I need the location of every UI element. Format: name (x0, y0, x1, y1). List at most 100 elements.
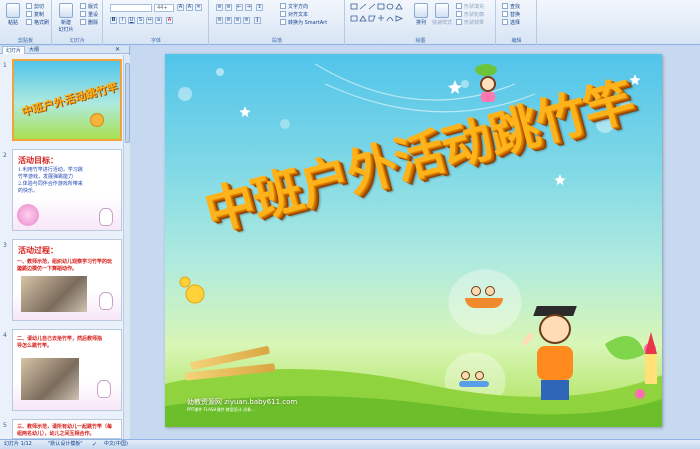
quick-styles-icon (435, 3, 449, 18)
rabbit-icon (99, 292, 113, 310)
pane-tabs: 幻灯片 大纲 ✕ (0, 46, 129, 54)
bold-icon[interactable]: B (110, 17, 117, 24)
tab-outline[interactable]: 大纲 (26, 46, 42, 54)
paragraph-group: ≡ ≡ ⇤ ⇥ ↕ ≡ ≡ ≡ ≡ ∥ 文字方向 对齐文本 转换为 SmartA… (210, 0, 345, 45)
thumb-number-2: 2 (3, 152, 7, 159)
decrease-indent-icon[interactable]: ⇤ (236, 4, 243, 11)
thumbnail-scrollbar[interactable] (123, 55, 130, 439)
editing-label: 编辑 (511, 38, 522, 44)
bubbles-decoration-icon (17, 204, 39, 226)
thumb-5-line-2: 组两名幼儿），幼儿之间互相合作。 (17, 431, 95, 437)
new-slide-button[interactable]: 新建 幻灯片 (55, 3, 77, 33)
shapes-gallery-icon[interactable] (350, 3, 410, 27)
bullets-icon[interactable]: ≡ (216, 4, 223, 11)
thumb-2-line-1: 1.利用竹竿进行活动，学习跳 (18, 167, 83, 173)
arrange-icon (414, 3, 428, 18)
align-left-icon[interactable]: ≡ (216, 17, 223, 24)
paragraph-label: 段落 (271, 38, 282, 44)
thumb-number-3: 3 (3, 242, 7, 249)
reset-icon (80, 11, 86, 17)
effects-icon (456, 19, 462, 25)
boy-character-icon (90, 113, 104, 127)
copy-button[interactable]: 复制 (26, 11, 44, 19)
find-button[interactable]: 查找 (502, 3, 520, 11)
drawing-label: 绘图 (415, 38, 426, 44)
paste-icon (6, 3, 20, 18)
font-family-select[interactable] (110, 4, 152, 12)
font-color-icon[interactable]: A (166, 17, 173, 24)
thumb-number-1: 1 (3, 62, 7, 69)
slide-canvas[interactable]: 中班户外活动跳竹竿 幼教资源网 ziyuan.baby611.com PPT课件… (165, 54, 662, 427)
shape-fill-button[interactable]: 形状填充 (456, 3, 484, 11)
justify-icon[interactable]: ≡ (243, 17, 250, 24)
thumbnail-slide-2[interactable]: 活动目标： 1.利用竹竿进行活动，学习跳 竹竿游戏，发展弹跳能力 2.体验与同伴… (12, 149, 122, 231)
numbering-icon[interactable]: ≡ (225, 4, 232, 11)
activity-photo (21, 276, 87, 312)
align-right-icon[interactable]: ≡ (234, 17, 241, 24)
grow-font-icon[interactable]: A (177, 4, 184, 11)
thumb-2-line-2: 竹竿游戏，发展弹跳能力 (18, 174, 74, 180)
thumbnail-slide-4[interactable]: 二、请幼儿自己去拾竹竿，然后教师指 导怎么跳竹竿。 (12, 329, 122, 411)
underline-icon[interactable]: U (128, 17, 135, 24)
thumb-4-line-2: 导怎么跳竹竿。 (17, 343, 53, 349)
status-bar: 幻灯片 1/12 "默认设计模板" ✓ 中文(中国) (0, 439, 700, 449)
shrink-font-icon[interactable]: A (186, 4, 193, 11)
theme-name: "默认设计模板" (48, 441, 83, 447)
thumb-2-title: 活动目标： (18, 155, 58, 165)
align-text-button[interactable]: 对齐文本 (280, 11, 308, 19)
format-painter-button[interactable]: 格式刷 (26, 19, 49, 27)
font-group: 44+ A A ✕ B I U S ↔ a A 字体 (104, 0, 209, 45)
arrange-button[interactable]: 排列 (410, 3, 432, 26)
tab-slides[interactable]: 幻灯片 (2, 46, 26, 54)
select-icon (502, 19, 508, 25)
rabbit-icon (97, 380, 111, 398)
language-indicator[interactable]: 中文(中国) (104, 440, 128, 449)
thumb-5-line-1: 三、教师示范，请所有幼儿一起跳竹竿（每 (17, 424, 113, 430)
case-icon[interactable]: a (155, 17, 162, 24)
paste-button[interactable]: 粘贴 (2, 3, 24, 26)
copy-icon (26, 11, 32, 17)
increase-indent-icon[interactable]: ⇥ (245, 4, 252, 11)
graduate-boy-icon (521, 306, 593, 418)
reset-button[interactable]: 重设 (80, 11, 98, 19)
cut-button[interactable]: 剪切 (26, 3, 44, 11)
delete-button[interactable]: 删除 (80, 19, 98, 27)
scrollbar-thumb[interactable] (125, 63, 130, 143)
layout-button[interactable]: 版式 (80, 3, 98, 11)
spacing-icon[interactable]: ↔ (146, 17, 153, 24)
smartart-button[interactable]: 转换为 SmartArt (280, 19, 327, 27)
align-center-icon[interactable]: ≡ (225, 17, 232, 24)
select-button[interactable]: 选择 (502, 19, 520, 27)
line-spacing-icon[interactable]: ↕ (256, 4, 263, 11)
ribbon: 粘贴 剪切 复制 格式刷 剪贴板 新建 幻灯片 版式 重设 删除 幻灯片 44+… (0, 0, 700, 45)
thumb-2-line-3: 2.体验与同伴合作游戏所带来 (18, 181, 83, 187)
shape-effects-button[interactable]: 形状效果 (456, 19, 484, 27)
align-text-icon (280, 11, 286, 17)
new-slide-icon (59, 3, 73, 18)
spellcheck-icon[interactable]: ✓ (92, 440, 97, 449)
italic-icon[interactable]: I (119, 17, 126, 24)
smartart-icon (280, 19, 286, 25)
font-size-select[interactable]: 44+ (154, 4, 174, 12)
children-on-boat-icon (461, 284, 507, 310)
quick-styles-button[interactable]: 快速样式 (430, 3, 454, 26)
thumbnail-slide-3[interactable]: 活动过程： 一、教师示范，组织幼儿观察学习竹竿的玩法， 边跳边模仿一下舞蹈动作。 (12, 239, 122, 321)
thumb-2-line-4: 的快乐。 (18, 188, 39, 194)
replace-button[interactable]: 替换 (502, 11, 520, 19)
thumbnail-slide-1[interactable]: 中班户外活动跳竹竿 (12, 59, 122, 141)
close-pane-icon[interactable]: ✕ (115, 46, 120, 54)
thumb-3-line-2: 边跳边模仿一下舞蹈动作。 (17, 266, 78, 272)
shadow-icon[interactable]: S (137, 17, 144, 24)
activity-photo (21, 358, 79, 400)
layout-icon (80, 3, 86, 9)
slide-editor: 中班户外活动跳竹竿 幼教资源网 ziyuan.baby611.com PPT课件… (131, 46, 700, 439)
shape-outline-button[interactable]: 形状轮廓 (456, 11, 484, 19)
children-playing-icon (457, 369, 493, 389)
thumbnail-slide-5[interactable]: 三、教师示范，请所有幼儿一起跳竹竿（每 组两名幼儿），幼儿之间互相合作。 (12, 419, 122, 439)
rabbit-icon (99, 208, 113, 226)
columns-icon[interactable]: ∥ (254, 17, 261, 24)
editing-group: 查找 替换 选择 编辑 (497, 0, 537, 45)
clear-format-icon[interactable]: ✕ (195, 4, 202, 11)
slide-counter: 幻灯片 1/12 (4, 441, 32, 447)
text-direction-button[interactable]: 文字方向 (280, 3, 308, 11)
